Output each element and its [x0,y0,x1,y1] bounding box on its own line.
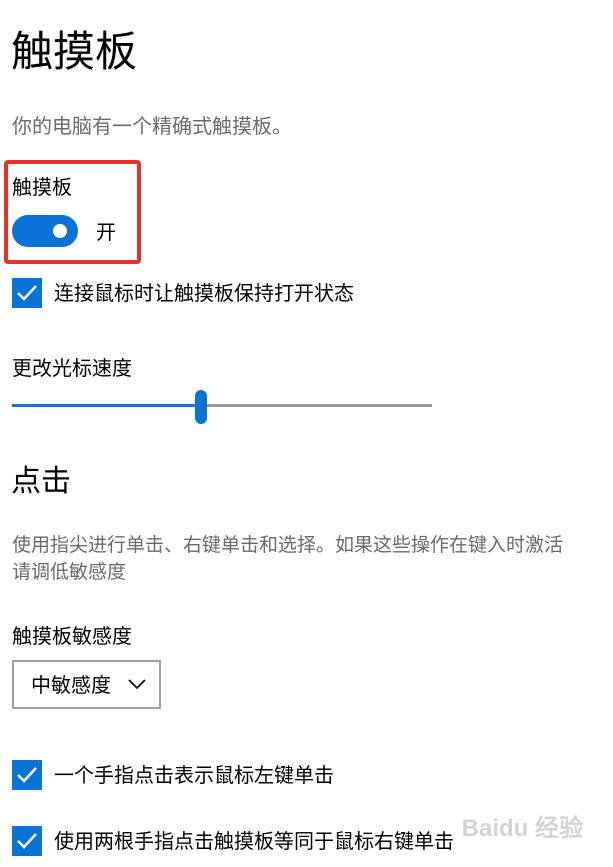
baidu-watermark: Baidu 经验 [461,815,583,842]
cursor-speed-label: 更改光标速度 [12,356,132,380]
tap-description-line-1: 使用指尖进行单击、右键单击和选择。如果这些操作在键入时激活 [12,534,564,556]
two-finger-tap-label: 使用两根手指点击触摸板等同于鼠标右键单击 [54,829,454,853]
touchpad-sensitivity-label: 触摸板敏感度 [12,624,132,648]
cursor-speed-slider[interactable] [12,390,432,424]
checkmark-icon [17,767,37,783]
touchpad-intro-text: 你的电脑有一个精确式触摸板。 [12,114,292,138]
single-finger-tap-checkbox[interactable] [12,760,42,790]
touchpad-toggle-switch[interactable] [12,215,78,247]
keep-touchpad-on-label: 连接鼠标时让触摸板保持打开状态 [54,281,354,305]
tap-description-line-2: 请调低敏感度 [12,561,127,583]
tap-section-title: 点击 [11,464,71,499]
keep-touchpad-on-checkbox-row[interactable]: 连接鼠标时让触摸板保持打开状态 [12,278,354,308]
touchpad-sensitivity-dropdown[interactable]: 中敏感度 [12,660,161,709]
two-finger-tap-checkbox-row[interactable]: 使用两根手指点击触摸板等同于鼠标右键单击 [12,826,454,856]
toggle-knob [53,224,67,238]
tap-section-description: 使用指尖进行单击、右键单击和选择。如果这些操作在键入时激活 请调低敏感度 [12,532,613,586]
checkmark-icon [17,285,37,301]
slider-thumb[interactable] [195,390,207,424]
sensitivity-selected-value: 中敏感度 [31,672,111,697]
slider-track-empty [201,404,432,407]
slider-track-filled [12,404,201,407]
chevron-down-icon [128,679,146,690]
keep-touchpad-on-checkbox[interactable] [12,278,42,308]
page-title: 触摸板 [11,27,138,76]
two-finger-tap-checkbox[interactable] [12,826,42,856]
touchpad-toggle-state: 开 [96,220,116,244]
checkmark-icon [17,833,37,849]
touchpad-toggle-label: 触摸板 [12,175,72,199]
single-finger-tap-label: 一个手指点击表示鼠标左键单击 [54,763,334,787]
single-finger-tap-checkbox-row[interactable]: 一个手指点击表示鼠标左键单击 [12,760,334,790]
